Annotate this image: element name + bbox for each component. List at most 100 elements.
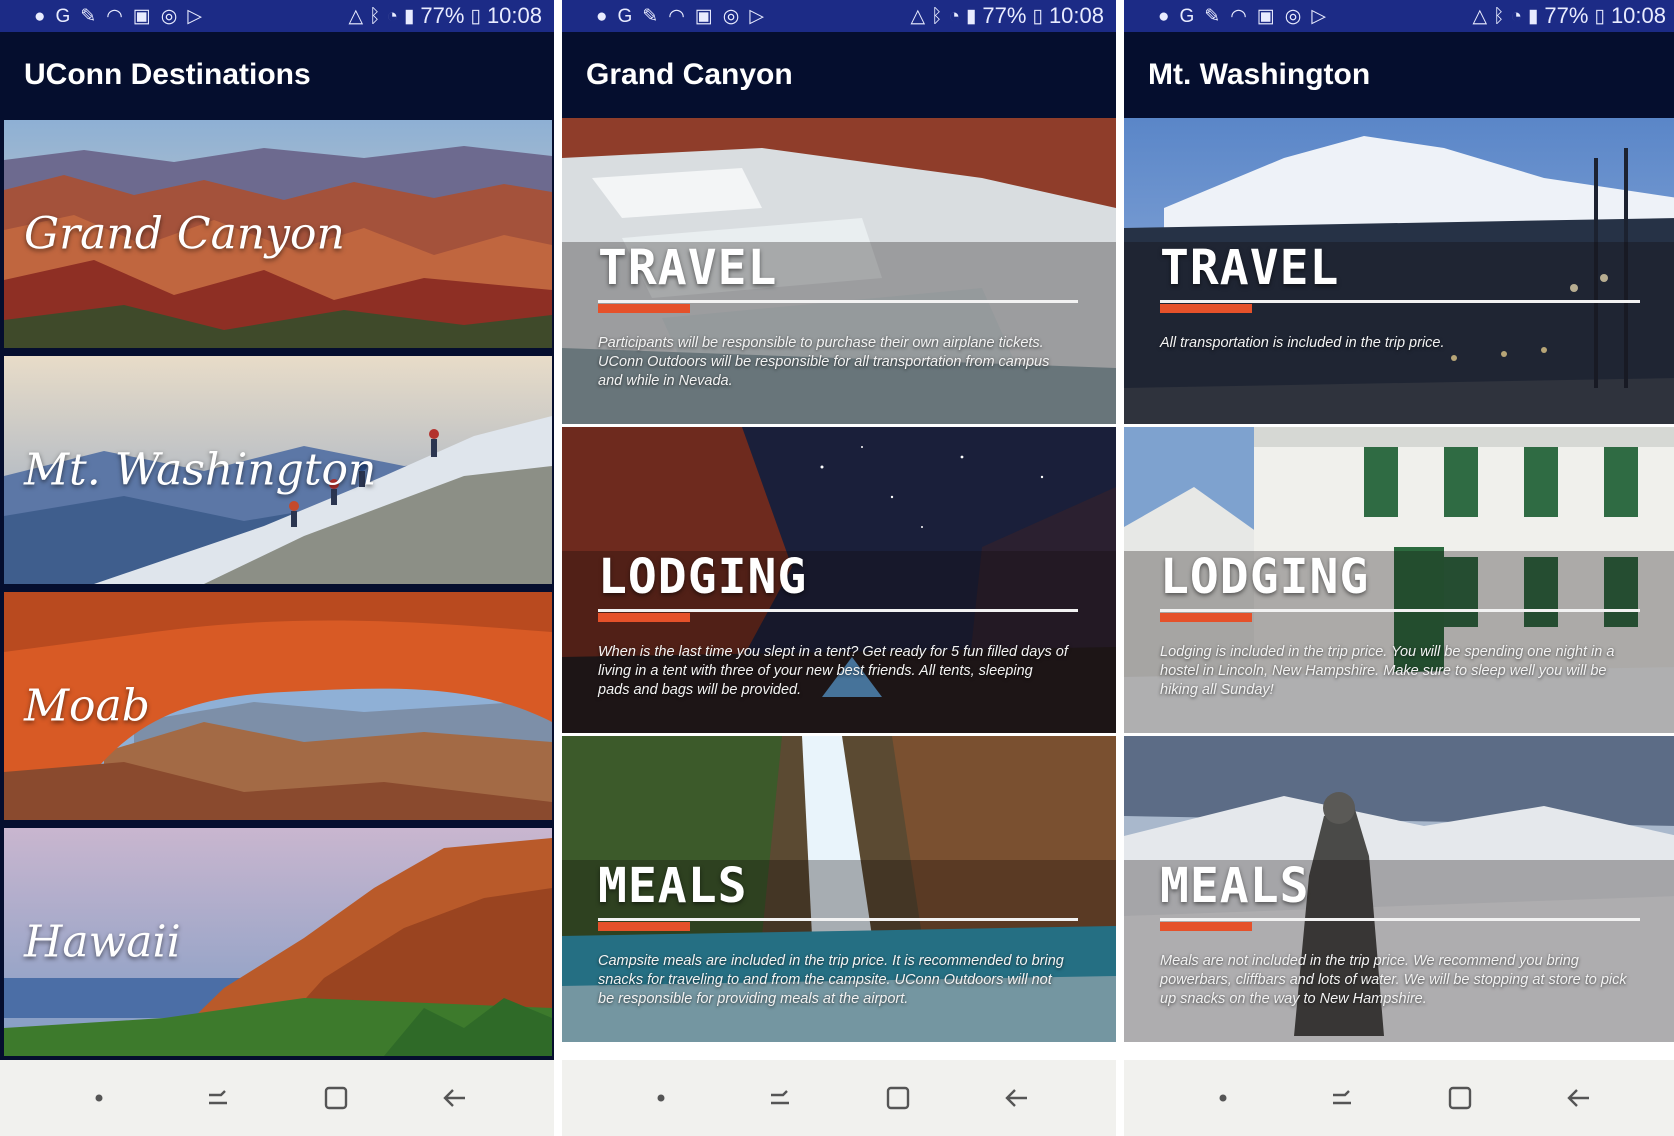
back-button[interactable] [1549, 1073, 1609, 1123]
recent-apps-icon [1332, 1090, 1351, 1105]
notification-icons: ● G ✎ ◠ ▣ ◎ ▷ [1158, 7, 1327, 26]
wifi-icon: ◔ [386, 5, 398, 27]
whatsapp-icon: ● [596, 5, 609, 27]
recent-apps-button[interactable] [188, 1073, 248, 1123]
accent-bar [1160, 304, 1252, 313]
accent-bar [1160, 613, 1252, 622]
google-icon: G [617, 5, 634, 27]
app-bar: UConn Destinations [0, 32, 554, 118]
section-text: Participants will be responsible to purc… [598, 335, 1050, 389]
divider-line [598, 918, 1078, 921]
feather-icon: ✎ [1204, 5, 1222, 27]
wifi-icon: ◔ [948, 5, 960, 27]
missed-call-icon: ◠ [668, 5, 686, 27]
app-bar: Mt. Washington [1124, 32, 1674, 118]
app-bar: Grand Canyon [562, 32, 1116, 118]
navigation-bar [0, 1060, 554, 1136]
bluetooth-icon: ᛒ [1493, 5, 1505, 27]
missed-call-icon: ◠ [1230, 5, 1248, 27]
nav-dot-button[interactable] [1193, 1073, 1253, 1123]
destination-name: Moab [24, 680, 150, 732]
back-button[interactable] [425, 1073, 485, 1123]
destination-card-moab[interactable]: Moab [4, 592, 552, 820]
meals-section: MEALS Meals are not included in the trip… [1124, 736, 1674, 1042]
section-heading: MEALS [1160, 858, 1310, 914]
dot-icon [95, 1094, 103, 1102]
whatsapp-icon: ● [34, 5, 47, 27]
battery-icon: ▯ [1594, 5, 1605, 27]
section-heading: LODGING [1160, 549, 1370, 605]
signal-icon: ▮ [965, 5, 977, 27]
signal-icon: ▮ [403, 5, 415, 27]
divider-line [1160, 918, 1640, 921]
play-store-icon: ▷ [187, 5, 203, 27]
image-icon: ▣ [694, 5, 714, 27]
details-scroll[interactable]: TRAVEL All transportation is included in… [1124, 118, 1674, 1060]
missed-call-icon: ◠ [106, 5, 124, 27]
section-heading: MEALS [598, 858, 748, 914]
google-icon: G [1179, 5, 1196, 27]
phone-mt-washington: ● G ✎ ◠ ▣ ◎ ▷ △ ᛒ ◔ ▮ 77% ▯ 10:08 Mt. Wa… [1124, 0, 1674, 1136]
details-scroll[interactable]: TRAVEL Participants will be responsible … [562, 118, 1116, 1060]
page-title: Mt. Washington [1148, 58, 1371, 91]
section-heading: LODGING [598, 549, 808, 605]
section-heading: TRAVEL [1160, 240, 1340, 296]
bluetooth-icon: ᛒ [931, 5, 943, 27]
signal-icon: ▮ [1527, 5, 1539, 27]
destination-card-mt-washington[interactable]: Mt. Washington [4, 356, 552, 584]
battery-icon: ▯ [1032, 5, 1043, 27]
play-store-icon: ▷ [1311, 5, 1327, 27]
destination-name: Mt. Washington [24, 444, 377, 496]
recent-apps-button[interactable] [750, 1073, 810, 1123]
system-icons: △ ᛒ ◔ ▮ 77% ▯ 10:08 [1472, 3, 1666, 29]
home-button[interactable] [1430, 1073, 1490, 1123]
divider-line [1160, 300, 1640, 303]
accent-bar [598, 922, 690, 931]
status-bar: ● G ✎ ◠ ▣ ◎ ▷ △ ᛒ ◔ ▮ 77% ▯ 10:08 [0, 0, 554, 32]
lodging-section: LODGING Lodging is included in the trip … [1124, 427, 1674, 733]
home-icon [325, 1086, 348, 1110]
clock: 10:08 [486, 3, 542, 28]
recent-apps-button[interactable] [1312, 1073, 1372, 1123]
clock: 10:08 [1048, 3, 1104, 28]
recent-apps-icon [770, 1090, 789, 1105]
data-saver-icon: △ [348, 5, 364, 27]
recent-apps-icon [208, 1090, 227, 1105]
battery-percent: 77% [982, 3, 1027, 28]
destination-name: Grand Canyon [24, 208, 345, 260]
nav-dot-button[interactable] [69, 1073, 129, 1123]
badge-icon: ◎ [722, 5, 741, 27]
page-title: Grand Canyon [586, 58, 793, 91]
system-icons: △ ᛒ ◔ ▮ 77% ▯ 10:08 [348, 3, 542, 29]
destination-card-hawaii[interactable]: Hawaii [4, 828, 552, 1056]
accent-bar [598, 304, 690, 313]
nav-dot-button[interactable] [631, 1073, 691, 1123]
google-icon: G [55, 5, 72, 27]
badge-icon: ◎ [1284, 5, 1303, 27]
image-icon: ▣ [132, 5, 152, 27]
data-saver-icon: △ [1472, 5, 1488, 27]
phone-grand-canyon: ● G ✎ ◠ ▣ ◎ ▷ △ ᛒ ◔ ▮ 77% ▯ 10:08 Grand … [562, 0, 1116, 1136]
image-icon: ▣ [1256, 5, 1276, 27]
destination-card-grand-canyon[interactable]: Grand Canyon [4, 120, 552, 348]
back-button[interactable] [987, 1073, 1047, 1123]
section-text: Campsite meals are included in the trip … [598, 953, 1064, 1007]
dot-icon [657, 1094, 665, 1102]
notification-icons: ● G ✎ ◠ ▣ ◎ ▷ [34, 7, 203, 26]
section-heading: TRAVEL [598, 240, 778, 296]
divider-line [1160, 609, 1640, 612]
destination-name: Hawaii [24, 916, 181, 968]
travel-section: TRAVEL Participants will be responsible … [562, 118, 1116, 424]
back-icon [443, 1089, 465, 1107]
section-text: Meals are not included in the trip price… [1160, 953, 1627, 1007]
travel-section: TRAVEL All transportation is included in… [1124, 118, 1674, 424]
home-button[interactable] [868, 1073, 928, 1123]
home-button[interactable] [306, 1073, 366, 1123]
destination-list[interactable]: Grand Canyon Mt. Washington Moab Hawaii [0, 118, 554, 1060]
whatsapp-icon: ● [1158, 5, 1171, 27]
notification-icons: ● G ✎ ◠ ▣ ◎ ▷ [596, 7, 765, 26]
home-icon [1449, 1086, 1472, 1110]
play-store-icon: ▷ [749, 5, 765, 27]
clock: 10:08 [1610, 3, 1666, 28]
navigation-bar [562, 1060, 1116, 1136]
